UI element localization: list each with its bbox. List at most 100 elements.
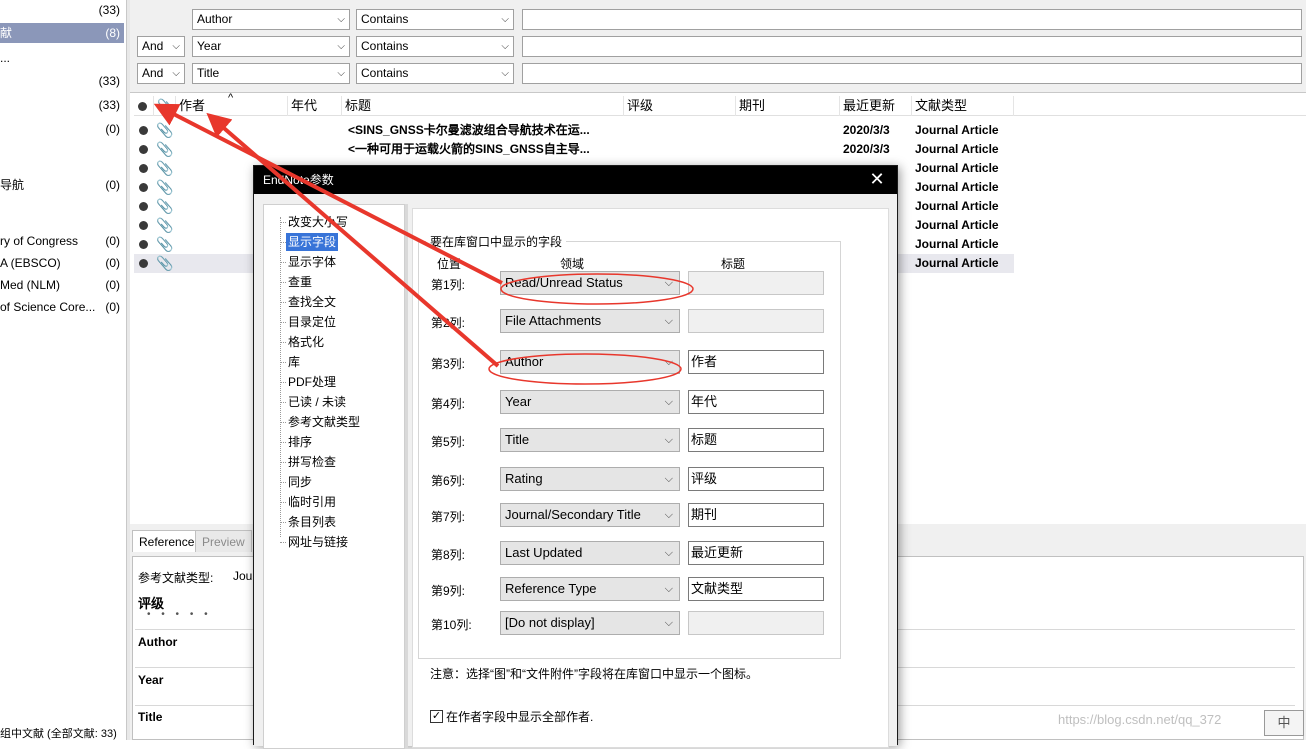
column-label-input[interactable]: 标题	[688, 428, 824, 452]
tree-guide-line	[280, 302, 286, 303]
group-item[interactable]: A (EBSCO) (0)	[0, 253, 124, 273]
search-term-input-1[interactable]	[522, 9, 1302, 30]
tab-reference[interactable]: Reference	[132, 530, 202, 552]
column-header-ref-type[interactable]: 文献类型	[912, 96, 1014, 116]
ref-type-value[interactable]: Jou	[233, 569, 252, 583]
tree-item[interactable]: 排序	[288, 433, 312, 451]
search-term-input-2[interactable]	[522, 36, 1302, 57]
field-dropdown[interactable]: Author ⌵	[500, 350, 680, 374]
field-dropdown[interactable]: [Do not display] ⌵	[500, 611, 680, 635]
tree-item[interactable]: 临时引用	[288, 493, 336, 511]
column-label-input[interactable]: 年代	[688, 390, 824, 414]
field-dropdown[interactable]: File Attachments ⌵	[500, 309, 680, 333]
field-dropdown[interactable]: Reference Type ⌵	[500, 577, 680, 601]
dialog-splitter[interactable]	[405, 204, 408, 749]
tree-item[interactable]: 库	[288, 353, 300, 371]
group-item[interactable]: Med (NLM) (0)	[0, 275, 124, 295]
paperclip-icon: 📎	[156, 255, 174, 271]
column-label-input[interactable]: 作者	[688, 350, 824, 374]
table-row[interactable]: 📎 <一种可用于运载火箭的SINS_GNSS自主导... 2020/3/3 Jo…	[134, 140, 1014, 159]
group-item[interactable]: ...	[0, 48, 124, 68]
column-header-journal[interactable]: 期刊	[736, 96, 840, 116]
close-icon[interactable]: ✕	[865, 168, 889, 192]
column-label-input[interactable]: 文献类型	[688, 577, 824, 601]
column-label-input[interactable]	[688, 611, 824, 635]
tree-item[interactable]: 条目列表	[288, 513, 336, 531]
search-field-select-2[interactable]: Year ⌵	[192, 36, 350, 57]
group-item[interactable]: (33)	[0, 0, 124, 20]
group-item[interactable]: of Science Core... (0)	[0, 297, 124, 317]
group-item[interactable]: ry of Congress (0)	[0, 231, 124, 251]
show-all-authors-checkbox[interactable]: ✓	[430, 710, 443, 723]
ime-indicator[interactable]: 中	[1264, 710, 1304, 736]
column-label-input[interactable]	[688, 271, 824, 295]
column-label-input[interactable]: 期刊	[688, 503, 824, 527]
search-operator-select-3[interactable]: Contains ⌵	[356, 63, 514, 84]
tree-guide-line	[280, 217, 281, 537]
column-header-rating[interactable]: 评级	[624, 96, 736, 116]
paperclip-icon: 📎	[156, 236, 174, 252]
chevron-down-icon: ⌵	[501, 41, 509, 52]
chevron-down-icon: ⌵	[664, 547, 673, 559]
dialog-title-bar[interactable]: EndNote参数 ✕	[254, 166, 897, 194]
tree-item[interactable]: 显示字段	[286, 233, 339, 251]
group-item-selected[interactable]: 献 (8)	[0, 23, 124, 43]
search-bool-select-3[interactable]: And ⌵	[137, 63, 185, 84]
tree-item[interactable]: 同步	[288, 473, 312, 491]
search-operator-select-1[interactable]: Contains ⌵	[356, 9, 514, 30]
chevron-down-icon: ⌵	[664, 396, 673, 408]
read-status-column-header[interactable]	[134, 96, 154, 116]
field-dropdown[interactable]: Year ⌵	[500, 390, 680, 414]
tree-item[interactable]: 参考文献类型	[288, 413, 360, 431]
column-heading-label: 标题	[721, 257, 746, 271]
unread-dot-icon	[139, 259, 148, 268]
column-label-input[interactable]: 最近更新	[688, 541, 824, 565]
chevron-down-icon: ⌵	[664, 434, 673, 446]
group-item[interactable]: (33)	[0, 95, 124, 115]
attachment-column-header[interactable]: 📎	[154, 96, 176, 116]
field-dropdown[interactable]: Rating ⌵	[500, 467, 680, 491]
tree-item[interactable]: 显示字体	[288, 253, 336, 271]
tree-item[interactable]: 查重	[288, 273, 312, 291]
group-item[interactable]: (33)	[0, 71, 124, 91]
tree-item[interactable]: PDF处理	[288, 373, 336, 391]
column-header-year[interactable]: 年代	[288, 96, 342, 116]
tree-item[interactable]: 拼写检查	[288, 453, 336, 471]
chevron-down-icon: ⌵	[172, 68, 180, 79]
group-item[interactable]: 导航 (0)	[0, 175, 124, 195]
group-item[interactable]: (0)	[0, 119, 124, 139]
unread-dot-icon	[139, 145, 148, 154]
field-dropdown[interactable]: Read/Unread Status ⌵	[500, 271, 680, 295]
field-dropdown[interactable]: Journal/Secondary Title ⌵	[500, 503, 680, 527]
column-position-label: 第7列:	[431, 510, 466, 524]
column-header-last-updated[interactable]: 最近更新	[840, 96, 912, 116]
tree-item[interactable]: 查找全文	[288, 293, 336, 311]
chevron-down-icon: ⌵	[337, 68, 345, 79]
column-label-input[interactable]: 评级	[688, 467, 824, 491]
column-header-author[interactable]: 作者 ^	[176, 92, 288, 116]
tree-item[interactable]: 改变大小写	[288, 213, 348, 231]
rating-stars[interactable]: • • • • •	[147, 609, 212, 620]
tab-preview[interactable]: Preview	[195, 530, 252, 552]
search-field-select-1[interactable]: Author ⌵	[192, 9, 350, 30]
column-header-title[interactable]: 标题	[342, 96, 624, 116]
tree-item[interactable]: 格式化	[288, 333, 324, 351]
column-label-input[interactable]	[688, 309, 824, 333]
show-all-authors-label[interactable]: 在作者字段中显示全部作者.	[446, 708, 593, 725]
tree-guide-line	[280, 402, 286, 403]
tree-item[interactable]: 网址与链接	[288, 533, 348, 551]
search-operator-select-2[interactable]: Contains ⌵	[356, 36, 514, 57]
paperclip-icon: 📎	[156, 198, 174, 214]
field-dropdown[interactable]: Title ⌵	[500, 428, 680, 452]
search-field-select-3[interactable]: Title ⌵	[192, 63, 350, 84]
groupbox-title: 要在库窗口中显示的字段	[426, 233, 567, 250]
tree-guide-line	[280, 422, 286, 423]
search-term-input-3[interactable]	[522, 63, 1302, 84]
status-bar: 组中文献 (全部文献: 33)	[0, 728, 117, 740]
field-dropdown[interactable]: Last Updated ⌵	[500, 541, 680, 565]
table-row[interactable]: 📎 <SINS_GNSS卡尔曼滤波组合导航技术在运... 2020/3/3 Jo…	[134, 121, 1014, 140]
tree-item[interactable]: 目录定位	[288, 313, 336, 331]
unread-dot-icon	[139, 126, 148, 135]
tree-item[interactable]: 已读 / 未读	[288, 393, 346, 411]
search-bool-select-2[interactable]: And ⌵	[137, 36, 185, 57]
